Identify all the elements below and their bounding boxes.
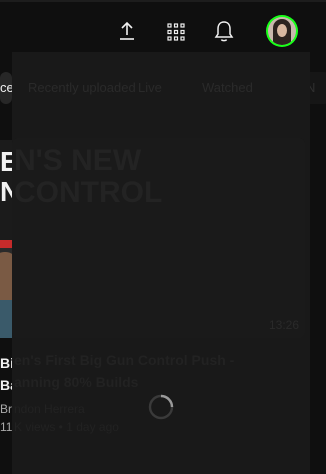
- top-divider: [0, 0, 326, 2]
- video-stats: 11: [0, 420, 13, 434]
- ghost-title-line1: en's First Big Gun Control Push -: [14, 352, 235, 368]
- ghost-thumbnail-line2: CONTROL: [14, 176, 163, 209]
- apps-grid-icon[interactable]: [167, 23, 185, 41]
- upload-icon[interactable]: [118, 20, 136, 42]
- chip-active-partial[interactable]: ce: [0, 72, 12, 104]
- avatar[interactable]: [266, 15, 298, 47]
- ghost-thumbnail-line1: N'S NEW: [14, 144, 142, 177]
- ghost-stats: K views • 1 day ago: [14, 420, 119, 434]
- ghost-chip-label: Recently uploaded: [28, 80, 136, 95]
- ghost-channel: ndon Herrera: [14, 402, 85, 416]
- ghost-title-line2: anning 80% Builds: [14, 374, 139, 390]
- ghost-chip-label-2: Live: [138, 80, 162, 95]
- ghost-chip-label-3: Watched: [202, 80, 253, 95]
- loading-spinner-icon: [148, 394, 174, 420]
- avatar-face: [277, 24, 287, 37]
- ghost-duration: 13:26: [268, 318, 299, 332]
- loading-panel: Recently uploaded Live Watched N'S NEW C…: [12, 52, 310, 474]
- ghost-thumbnail: N'S NEW CONTROL 13:26: [12, 138, 305, 338]
- notifications-bell-icon[interactable]: [214, 20, 234, 43]
- avatar-photo: [268, 17, 296, 45]
